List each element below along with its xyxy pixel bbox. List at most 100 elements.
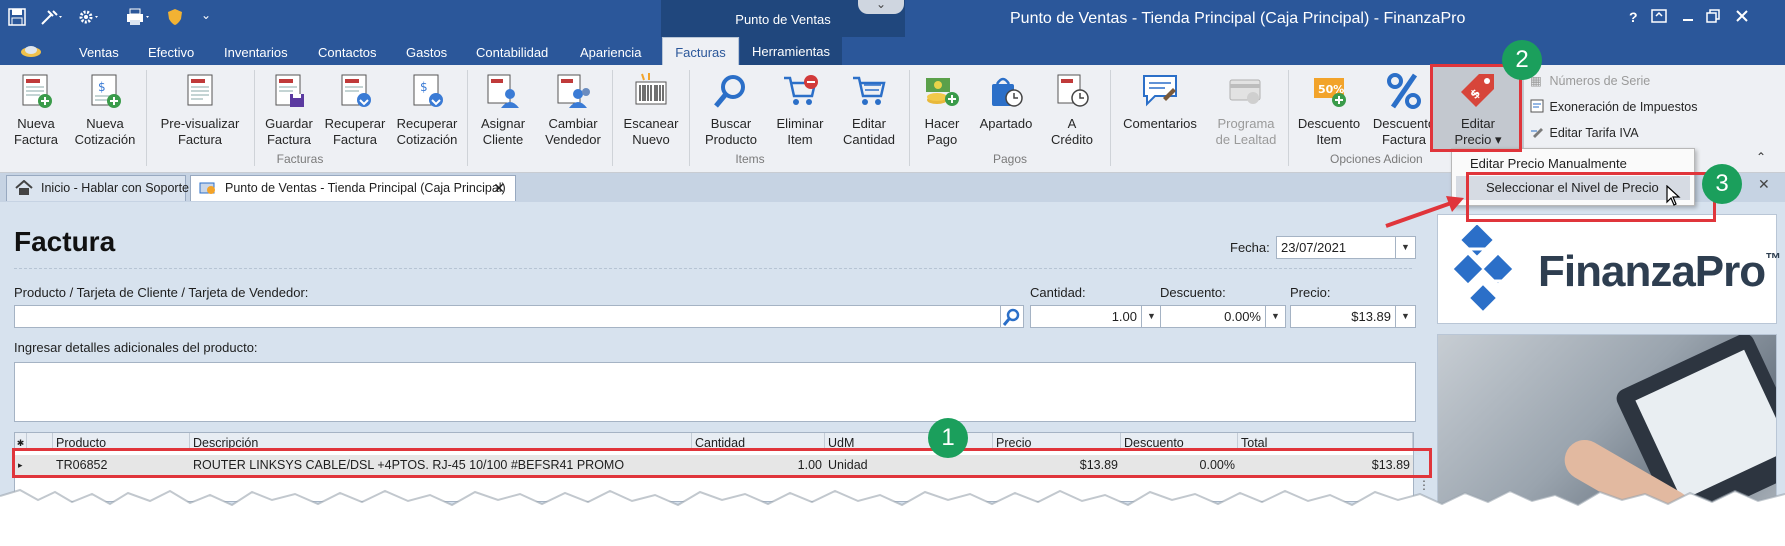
save-icon[interactable] xyxy=(8,8,26,29)
annotation-badge-3: 3 xyxy=(1702,164,1742,204)
doctab-inicio-label: Inicio - Hablar con Soporte xyxy=(41,181,189,195)
tab-contactos[interactable]: Contactos xyxy=(318,45,377,60)
group-label-opciones: Opciones Adicion xyxy=(1330,152,1423,166)
producto-input[interactable] xyxy=(14,305,1002,328)
recover-quote-icon: $ xyxy=(413,74,443,107)
label-l1: Guardar xyxy=(265,116,313,131)
label-l1: Nueva xyxy=(17,116,55,131)
separator xyxy=(467,70,468,166)
preview-invoice-icon xyxy=(187,74,213,106)
tab-herramientas[interactable]: Herramientas xyxy=(740,37,842,65)
label-l2: Cotización xyxy=(396,132,458,147)
exoneracion-impuestos-button[interactable]: Exoneración de Impuestos xyxy=(1530,98,1698,116)
shopping-bag-clock-icon xyxy=(992,77,1023,107)
label-l1: Programa xyxy=(1217,116,1275,131)
home-icon xyxy=(15,180,33,195)
cart-edit-icon xyxy=(853,76,886,105)
app-window: ⌄ Punto de Ventas ⌄ Punto de Ventas - Ti… xyxy=(0,0,1785,546)
recuperar-cotizacion-button[interactable]: $ Recuperar Cotización xyxy=(392,70,462,166)
group-label-pagos: Pagos xyxy=(992,152,1028,166)
fecha-dropdown-icon[interactable]: ▼ xyxy=(1395,236,1416,259)
search-product-button[interactable] xyxy=(1000,305,1024,328)
label-l2: Pago xyxy=(926,132,958,147)
nueva-factura-button[interactable]: Nueva Factura xyxy=(4,70,68,166)
collapse-ribbon-icon[interactable]: ⌃ xyxy=(1756,150,1766,164)
editar-tarifa-iva-button[interactable]: Editar Tarifa IVA xyxy=(1530,124,1639,142)
percent-icon xyxy=(1387,73,1421,109)
label-l2: Item xyxy=(787,132,813,147)
fecha-input[interactable]: 23/07/2021 xyxy=(1276,236,1396,259)
programa-lealtad-button[interactable]: Programa de Lealtad xyxy=(1206,70,1286,166)
pre-visualizar-factura-button[interactable]: Pre-visualizar Factura xyxy=(152,70,248,166)
search-icon xyxy=(1002,308,1020,326)
restore-window-icon[interactable] xyxy=(1706,9,1720,26)
escanear-nuevo-button[interactable]: Escanear Nuevo xyxy=(618,70,684,166)
collapse-chevron-icon[interactable]: ⌄ xyxy=(858,0,904,14)
loyalty-card-icon xyxy=(1229,79,1261,104)
label-l1: A xyxy=(1067,116,1077,131)
label-l2: de Lealtad xyxy=(1215,132,1277,147)
close-document-icon[interactable]: ✕ xyxy=(1758,176,1770,193)
descuento-dropdown-icon[interactable]: ▼ xyxy=(1265,305,1286,328)
tab-contabilidad[interactable]: Contabilidad xyxy=(476,45,548,60)
edit-tax-rate-icon xyxy=(1531,128,1543,138)
app-menu-icon[interactable] xyxy=(20,42,42,61)
detalles-textarea[interactable] xyxy=(14,362,1416,422)
annotation-arrow-icon xyxy=(1385,196,1464,228)
cart-remove-icon xyxy=(784,75,818,105)
tab-inventarios[interactable]: Inventarios xyxy=(224,45,288,60)
close-window-icon[interactable] xyxy=(1735,9,1749,26)
comment-icon xyxy=(1143,75,1177,107)
cantidad-input[interactable]: 1.00 xyxy=(1030,305,1142,328)
asignar-cliente-button[interactable]: Asignar Cliente xyxy=(472,70,534,166)
recover-invoice-icon xyxy=(341,74,371,107)
label-l1: Escanear xyxy=(623,116,679,131)
minimize-icon[interactable] xyxy=(1681,9,1695,26)
tab-gastos[interactable]: Gastos xyxy=(406,45,447,60)
menu-item-editar-precio-manualmente[interactable]: Editar Precio Manualmente xyxy=(1470,156,1627,171)
assign-client-icon xyxy=(487,74,519,108)
editar-cantidad-button[interactable]: Editar Cantidad xyxy=(834,70,904,166)
exoneracion-label: Exoneración de Impuestos xyxy=(1549,100,1698,114)
descuento-input[interactable]: 0.00% xyxy=(1160,305,1266,328)
customize-qat-icon[interactable]: ⌄ xyxy=(201,8,211,22)
tab-ventas[interactable]: Ventas xyxy=(79,45,119,60)
help-button[interactable]: ? xyxy=(1629,9,1638,25)
cantidad-dropdown-icon[interactable]: ▼ xyxy=(1141,305,1162,328)
close-tab-icon[interactable]: ✕ xyxy=(493,176,505,200)
label-l2: Cliente xyxy=(482,132,524,147)
precio-dropdown-icon[interactable]: ▼ xyxy=(1395,305,1416,328)
change-seller-icon xyxy=(557,74,590,108)
tab-apariencia[interactable]: Apariencia xyxy=(580,45,641,60)
tarifa-iva-label: Editar Tarifa IVA xyxy=(1549,126,1639,140)
label-l2: Producto xyxy=(704,132,758,147)
restore-ribbon-icon[interactable] xyxy=(1651,9,1667,26)
label-l1: Hacer xyxy=(924,116,960,131)
doctab-inicio[interactable]: Inicio - Hablar con Soporte xyxy=(6,175,189,201)
tools-icon[interactable] xyxy=(40,8,64,29)
settings-gear-icon[interactable] xyxy=(78,8,102,29)
separator xyxy=(689,70,690,166)
cambiar-vendedor-button[interactable]: Cambiar Vendedor xyxy=(538,70,608,166)
doctab-pos[interactable]: Punto de Ventas - Tienda Principal (Caja… xyxy=(190,175,516,201)
credit-invoice-icon xyxy=(1057,74,1089,107)
divider xyxy=(14,268,1412,269)
label-l1: Nueva xyxy=(86,116,124,131)
comentarios-button[interactable]: Comentarios xyxy=(1116,70,1204,166)
numeros-serie-button[interactable]: ▦ Números de Serie xyxy=(1530,72,1650,90)
tab-facturas[interactable]: Facturas xyxy=(662,37,739,65)
descuento-label: Descuento: xyxy=(1160,285,1226,300)
label-l2: Factura xyxy=(1381,132,1427,147)
annotation-box-3 xyxy=(1466,172,1716,222)
printer-icon[interactable] xyxy=(125,8,153,29)
label-l1: Descuento xyxy=(1297,116,1361,131)
precio-input[interactable]: $13.89 xyxy=(1290,305,1396,328)
nueva-cotizacion-button[interactable]: $ Nueva Cotización xyxy=(70,70,140,166)
shield-icon[interactable] xyxy=(166,8,184,29)
label-l1: Recuperar xyxy=(324,116,386,131)
label-l2: Item xyxy=(1316,132,1342,147)
group-label-facturas: Facturas xyxy=(276,152,324,166)
finanzapro-logo-text: FinanzaPro™ xyxy=(1538,247,1781,297)
tab-efectivo[interactable]: Efectivo xyxy=(148,45,194,60)
label-l2: Factura xyxy=(13,132,59,147)
